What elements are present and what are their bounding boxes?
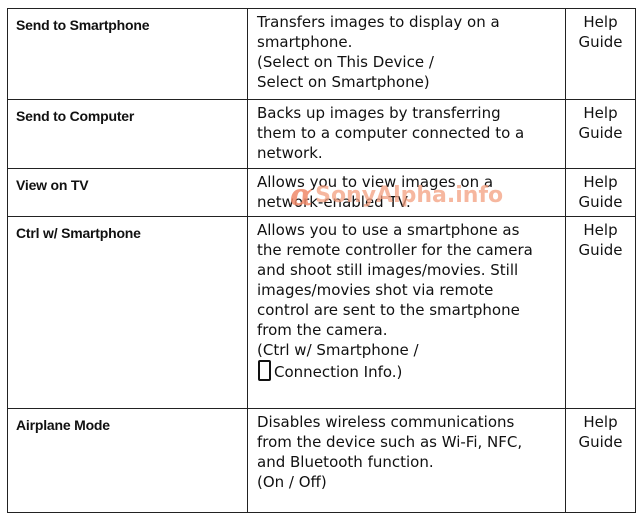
function-name-cell: Send to Smartphone	[7, 8, 248, 100]
description-line: the remote controller for the camera	[257, 241, 533, 259]
guide-label: Guide	[578, 193, 623, 211]
description-line: (On / Off)	[257, 473, 327, 491]
description-line: and shoot still images/movies. Still	[257, 261, 519, 279]
description-line: Select on Smartphone)	[257, 73, 430, 91]
description-line: images/movies shot via remote	[257, 281, 494, 299]
function-name: Airplane Mode	[16, 417, 110, 433]
description-line: Disables wireless communications	[257, 413, 515, 431]
help-guide-link[interactable]: Help Guide	[565, 8, 636, 100]
function-name-cell: Airplane Mode	[7, 408, 248, 513]
description-line-with-icon: Connection Info.)	[257, 360, 557, 382]
function-name: Ctrl w/ Smartphone	[16, 225, 141, 241]
function-name-cell: Send to Computer	[7, 99, 248, 169]
description-cell: Backs up images by transferring them to …	[247, 99, 566, 169]
help-label: Help	[583, 221, 618, 239]
help-label: Help	[583, 173, 618, 191]
guide-label: Guide	[578, 33, 623, 51]
description-cell: Allows you to use a smartphone as the re…	[247, 216, 566, 409]
description-line: (Ctrl w/ Smartphone /	[257, 341, 419, 359]
function-name-cell: Ctrl w/ Smartphone	[7, 216, 248, 409]
help-guide-link[interactable]: Help Guide	[565, 168, 636, 217]
description-line: and Bluetooth function.	[257, 453, 434, 471]
table-row: Ctrl w/ Smartphone Allows you to use a s…	[7, 216, 636, 409]
description-line: smartphone.	[257, 33, 353, 51]
help-guide-link[interactable]: Help Guide	[565, 216, 636, 409]
description-line: from the device such as Wi-Fi, NFC,	[257, 433, 523, 451]
description-text: Connection Info.)	[274, 363, 403, 381]
function-name: Send to Smartphone	[16, 17, 150, 33]
function-name: View on TV	[16, 177, 89, 193]
description-line: network-enabled TV.	[257, 193, 411, 211]
description-cell: Transfers images to display on a smartph…	[247, 8, 566, 100]
function-name: Send to Computer	[16, 108, 135, 124]
description-line: from the camera.	[257, 321, 388, 339]
guide-label: Guide	[578, 241, 623, 259]
guide-label: Guide	[578, 124, 623, 142]
table-row: Airplane Mode Disables wireless communic…	[7, 408, 636, 513]
description-line: Allows you to view images on a	[257, 173, 494, 191]
guide-label: Guide	[578, 433, 623, 451]
description-line: control are sent to the smartphone	[257, 301, 520, 319]
help-label: Help	[583, 413, 618, 431]
description-cell: Disables wireless communications from th…	[247, 408, 566, 513]
description-line: them to a computer connected to a	[257, 124, 525, 142]
function-table: Send to Smartphone Transfers images to d…	[7, 8, 636, 513]
function-name-cell: View on TV	[7, 168, 248, 217]
description-cell: Allows you to view images on a network-e…	[247, 168, 566, 217]
table-row: View on TV Allows you to view images on …	[7, 168, 636, 217]
help-label: Help	[583, 104, 618, 122]
description-line: Allows you to use a smartphone as	[257, 221, 520, 239]
description-line: network.	[257, 144, 323, 162]
smartphone-icon	[258, 360, 271, 381]
description-line: Transfers images to display on a	[257, 13, 500, 31]
description-line: (Select on This Device /	[257, 53, 434, 71]
description-line: Backs up images by transferring	[257, 104, 501, 122]
help-guide-link[interactable]: Help Guide	[565, 99, 636, 169]
help-guide-link[interactable]: Help Guide	[565, 408, 636, 513]
help-label: Help	[583, 13, 618, 31]
table-row: Send to Computer Backs up images by tran…	[7, 99, 636, 169]
table-row: Send to Smartphone Transfers images to d…	[7, 8, 636, 100]
